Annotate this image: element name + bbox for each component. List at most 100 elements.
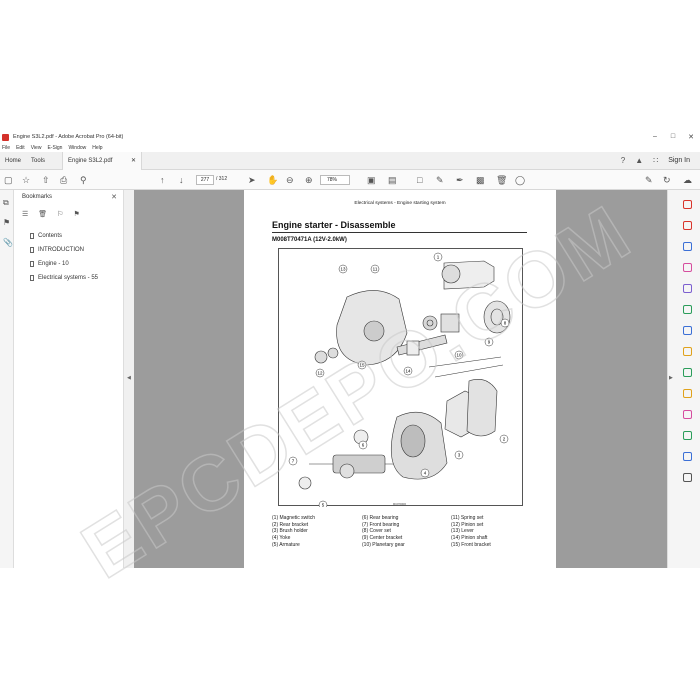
delete-icon[interactable]: 🗑 xyxy=(496,174,507,186)
edit-pdf-icon[interactable] xyxy=(683,263,692,272)
legend-item: (10) Planetary gear xyxy=(362,541,405,548)
menu-help[interactable]: Help xyxy=(92,145,102,151)
legend-column-1: (1) Magnetic switch (2) Rear bracket (3)… xyxy=(272,515,315,549)
new-bookmark-icon[interactable]: ⚐ xyxy=(57,210,63,218)
running-header: Electrical systems - Engine starting sys… xyxy=(354,201,446,206)
comment-icon[interactable]: □ xyxy=(417,174,422,186)
combine-files-icon[interactable] xyxy=(683,242,692,251)
sign-pen-icon[interactable]: ✎ xyxy=(645,174,653,186)
zoom-level-select[interactable]: 78% xyxy=(320,175,350,185)
page-number-input[interactable]: 277 xyxy=(196,175,214,185)
upload-cloud-icon[interactable]: ⇧ xyxy=(42,174,50,186)
menu-view[interactable]: View xyxy=(31,145,42,151)
compress-pdf-icon[interactable] xyxy=(683,431,692,440)
menu-window[interactable]: Window xyxy=(68,145,86,151)
print-icon[interactable]: ⎙ xyxy=(60,174,67,186)
share-icon[interactable]: ↻ xyxy=(663,174,671,186)
tab-tools[interactable]: Tools xyxy=(26,152,50,170)
collapse-right-panel-handle[interactable]: ▶ xyxy=(667,190,677,568)
legend-item: (2) Rear bracket xyxy=(272,521,309,528)
tab-close-icon[interactable]: ✕ xyxy=(131,157,136,164)
bookmark-icon xyxy=(30,261,34,267)
hand-tool-icon[interactable]: ✋ xyxy=(267,174,278,186)
bookmark-icon xyxy=(30,275,34,281)
zoom-out-icon[interactable]: ⊖ xyxy=(286,174,294,186)
request-signature-icon[interactable] xyxy=(683,284,692,293)
export-pdf-icon[interactable] xyxy=(683,200,692,209)
chevron-left-icon: ◀ xyxy=(127,375,131,381)
stamp-icon[interactable]: ▩ xyxy=(476,174,485,186)
scrolling-mode-icon[interactable]: ▤ xyxy=(388,174,397,186)
minimize-icon[interactable]: – xyxy=(646,133,664,141)
tab-document-label: Engine S3L2.pdf xyxy=(68,157,113,164)
more-tools-icon[interactable] xyxy=(683,473,692,482)
bookmark-item-label: Contents xyxy=(38,233,63,239)
protect-icon[interactable] xyxy=(683,452,692,461)
callout-label: 14 xyxy=(405,369,411,374)
comment-tool-icon[interactable] xyxy=(683,347,692,356)
bookmark-item[interactable]: Contents xyxy=(30,233,62,239)
document-viewer[interactable]: Electrical systems - Engine starting sys… xyxy=(134,190,667,568)
highlight-pen-icon[interactable]: ✎ xyxy=(436,174,444,186)
cloud-sync-icon[interactable]: ☁ xyxy=(683,174,692,186)
fit-page-icon[interactable]: ▣ xyxy=(367,174,376,186)
legend-item: (15) Front bracket xyxy=(451,541,491,548)
help-icon[interactable]: ? xyxy=(621,156,625,165)
more-tools-icon[interactable]: ◯ xyxy=(515,174,525,186)
legend-column-2: (6) Rear bearing (7) Front bearing (8) C… xyxy=(362,515,405,549)
bookmark-icon xyxy=(30,247,34,253)
draw-icon[interactable]: ✒ xyxy=(456,174,464,186)
callout-label: 11 xyxy=(373,267,378,272)
menu-file[interactable]: File xyxy=(2,145,10,151)
search-icon[interactable]: ⚲ xyxy=(80,174,87,186)
legend-item: (14) Pinion shaft xyxy=(451,535,488,542)
bookmark-item-label: INTRODUCTION xyxy=(38,247,84,253)
notification-bell-icon[interactable]: ▲ xyxy=(635,156,643,165)
collapse-left-panel-handle[interactable]: ◀ xyxy=(124,190,134,568)
organize-pages-icon[interactable] xyxy=(683,368,692,377)
create-pdf-icon[interactable] xyxy=(683,221,692,230)
send-for-review-icon[interactable] xyxy=(683,326,692,335)
bookmark-item[interactable]: Engine - 10 xyxy=(30,261,69,267)
apps-grid-icon[interactable]: ∷ xyxy=(653,156,658,165)
callout-label: 15 xyxy=(359,363,365,368)
legend-item: (9) Center bracket xyxy=(362,535,403,542)
select-cursor-icon[interactable]: ➤ xyxy=(248,174,256,186)
left-nav-rail: ⧉ ⚑ 📎 xyxy=(0,190,14,568)
zoom-in-icon[interactable]: ⊕ xyxy=(305,174,313,186)
legend-item: (13) Lever xyxy=(451,528,474,535)
close-panel-icon[interactable]: ✕ xyxy=(111,193,117,201)
copy-icon[interactable]: ⧉ xyxy=(3,198,9,208)
redact-icon[interactable] xyxy=(683,410,692,419)
legend-item: (5) Armature xyxy=(272,541,300,548)
chevron-right-icon: ▶ xyxy=(669,375,673,381)
bookmark-item[interactable]: Electrical systems - 55 xyxy=(30,275,98,281)
save-icon[interactable]: ▢ xyxy=(4,174,13,186)
delete-bookmark-icon[interactable]: 🗑 xyxy=(38,210,47,218)
part-number: M008T70471A (12V-2.0kW) xyxy=(272,237,347,243)
legend-item: (11) Spring set xyxy=(451,515,484,521)
tab-home[interactable]: Home xyxy=(0,152,26,170)
exploded-view-figure: 1 2 3 4 5 6 7 8 9 10 11 12 13 14 15 xyxy=(278,248,523,510)
attachment-icon[interactable]: 📎 xyxy=(3,238,13,247)
close-window-icon[interactable]: ✕ xyxy=(682,133,700,141)
menu-edit[interactable]: Edit xyxy=(16,145,25,151)
tab-document[interactable]: Engine S3L2.pdf ✕ xyxy=(62,151,143,170)
next-page-icon[interactable]: ↓ xyxy=(179,174,184,186)
fill-sign-icon[interactable] xyxy=(683,305,692,314)
bookmark-icon[interactable]: ⚑ xyxy=(3,218,10,227)
maximize-icon[interactable]: □ xyxy=(664,133,682,141)
previous-page-icon[interactable]: ↑ xyxy=(160,174,165,186)
scan-ocr-icon[interactable] xyxy=(683,389,692,398)
bookmark-search-icon[interactable]: ⚑ xyxy=(73,210,79,218)
legend-item: (1) Magnetic switch xyxy=(272,515,316,521)
star-icon[interactable]: ☆ xyxy=(22,174,30,186)
bookmark-item-label: Engine - 10 xyxy=(38,261,69,267)
acrobat-window: Engine S3L2.pdf - Adobe Acrobat Pro (64-… xyxy=(0,130,700,568)
bookmark-options-icon[interactable]: ☰ xyxy=(22,210,28,218)
bookmarks-toolbar: ☰ 🗑 ⚐ ⚑ xyxy=(22,210,80,218)
tab-bar: Home Tools Engine S3L2.pdf ✕ ? ▲ ∷ Sign … xyxy=(0,151,700,170)
bookmark-item[interactable]: INTRODUCTION xyxy=(30,247,84,253)
sign-in-button[interactable]: Sign In xyxy=(668,157,690,164)
menu-esign[interactable]: E-Sign xyxy=(47,145,62,151)
